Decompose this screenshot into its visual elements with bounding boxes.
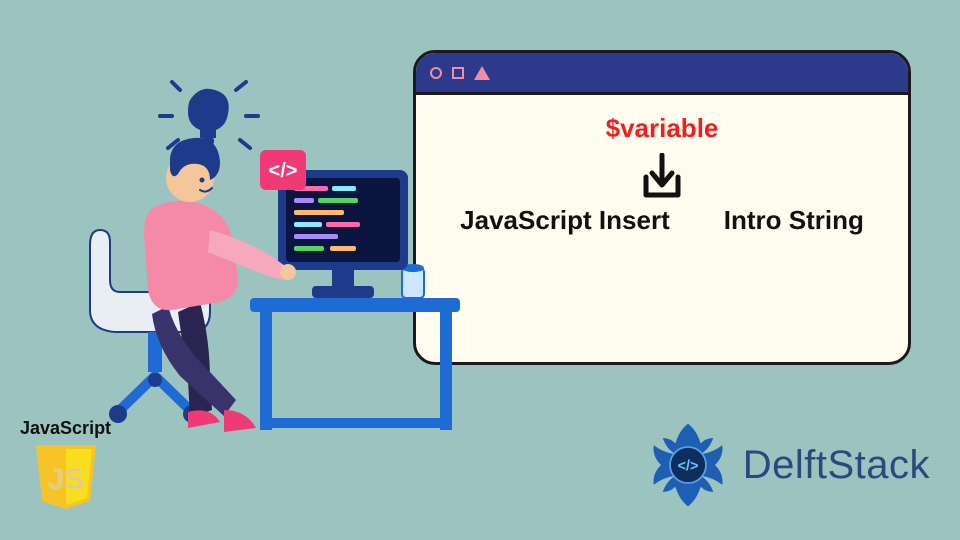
- delftstack-logo-icon: </>: [643, 420, 733, 510]
- javascript-label: JavaScript: [20, 418, 111, 439]
- brand-name: DelftStack: [743, 443, 930, 488]
- insert-arrow-icon: [640, 153, 684, 199]
- variable-label: $variable: [416, 113, 908, 144]
- browser-window: $variable JavaScript Insert Intro String: [413, 50, 911, 365]
- window-control-triangle-icon: [474, 66, 490, 80]
- svg-text:JS: JS: [47, 463, 84, 496]
- javascript-badge: JavaScript JS JS: [20, 418, 111, 518]
- window-control-square-icon: [452, 67, 464, 79]
- svg-text:</>: </>: [677, 458, 698, 474]
- javascript-shield-icon: JS JS: [30, 441, 102, 513]
- window-body: $variable JavaScript Insert Intro String: [416, 95, 908, 362]
- lightbulb-icon: [160, 82, 258, 148]
- delftstack-brand: </> DelftStack: [643, 420, 930, 510]
- programmer-illustration: </>: [60, 80, 460, 450]
- window-titlebar: [416, 53, 908, 95]
- desk-icon: [250, 298, 460, 430]
- headline-left: JavaScript Insert: [460, 205, 670, 235]
- svg-text:</>: </>: [269, 160, 298, 182]
- headline-text: JavaScript Insert Intro String: [416, 205, 908, 236]
- coffee-cup-icon: [402, 264, 424, 298]
- headline-right: Intro String: [724, 205, 864, 235]
- code-tag-icon: </>: [260, 150, 306, 190]
- window-control-circle-icon: [430, 67, 442, 79]
